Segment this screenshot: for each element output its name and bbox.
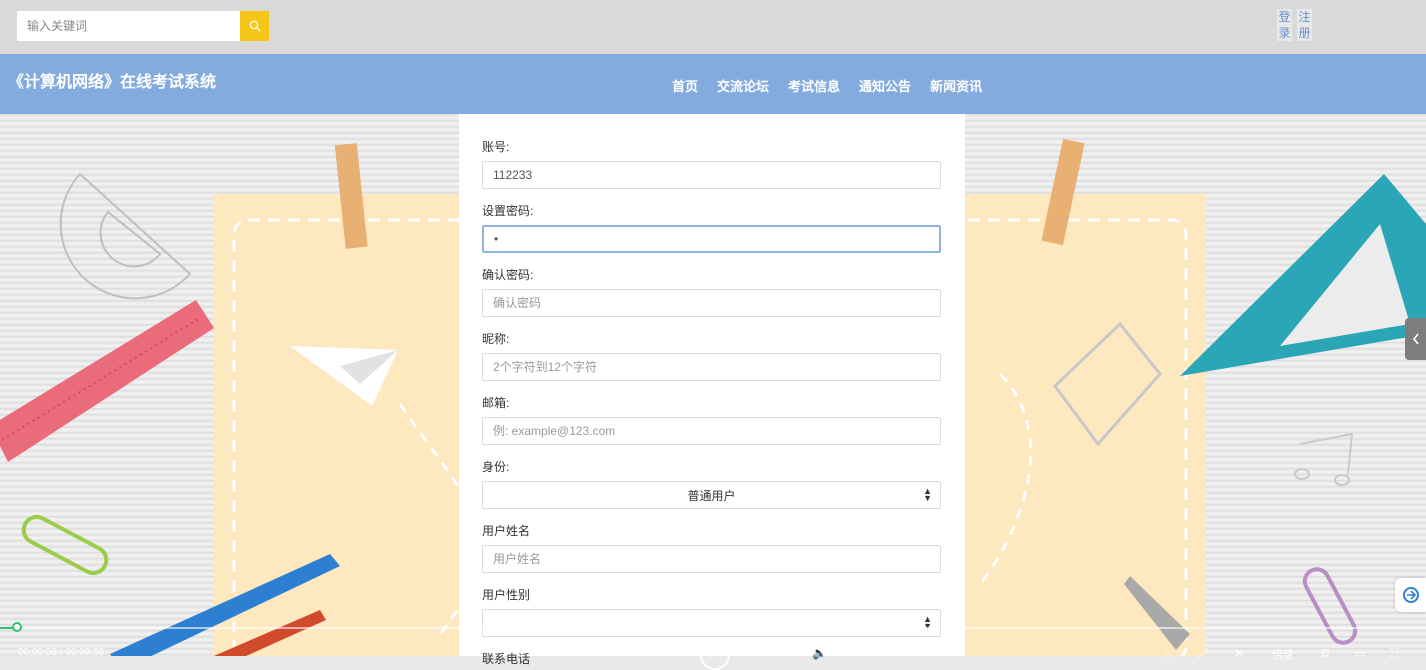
previous-icon[interactable]: ⏮ [652, 646, 663, 661]
stop-icon[interactable]: ■ [604, 646, 611, 660]
login-link[interactable]: 登 录 [1277, 9, 1292, 41]
refresh-icon [1402, 587, 1419, 603]
top-bar: 登 录 注 册 [0, 0, 1426, 54]
nickname-input[interactable] [482, 353, 941, 381]
identity-select[interactable]: 普通用户 ▲ ▼ [482, 481, 941, 509]
clip-icon[interactable]: ⤢ [1198, 646, 1208, 661]
side-collapse-tab[interactable] [1405, 318, 1426, 360]
confirm-password-input[interactable] [482, 289, 941, 317]
site-title: 《计算机网络》在线考试系统 [8, 74, 217, 91]
account-input[interactable] [482, 161, 941, 189]
realname-label: 用户姓名 [482, 524, 531, 538]
select-arrows-icon: ▲ ▼ [923, 486, 932, 503]
next-icon[interactable]: ⏭ [764, 646, 775, 661]
identity-select-value: 普通用户 [687, 488, 736, 503]
account-label: 账号: [482, 140, 510, 154]
nav-item-notices[interactable]: 通知公告 [859, 76, 911, 95]
register-form: 账号: 设置密码: 确认密码: 昵称: 邮箱: 身份: 普通用户 ▲▼ 用户姓名… [459, 114, 965, 666]
identity-label: 身份: [482, 460, 510, 474]
nav-item-news[interactable]: 新闻资讯 [930, 76, 982, 95]
email-input[interactable] [482, 417, 941, 445]
floating-helper-button[interactable] [1395, 578, 1426, 612]
settings-icon[interactable]: ⚙ [1320, 646, 1331, 660]
nav-item-exam-info[interactable]: 考试信息 [788, 76, 840, 95]
gender-label: 用户性别 [482, 588, 531, 602]
close-icon[interactable]: ✕ [1234, 646, 1244, 660]
search-bar [17, 11, 269, 41]
progress-track[interactable] [0, 627, 1426, 629]
nickname-label: 昵称: [482, 332, 510, 346]
confirm-password-label: 确认密码: [482, 268, 534, 282]
video-player-controls: 00:00:08 / 00:09:59 ■ ⏮ ⏭ 🔈 ⌂ ⤢ ✕ 倍速 ⚙ ▭… [0, 620, 1426, 670]
speed-button[interactable]: 倍速 [1272, 646, 1294, 662]
nav-item-home[interactable]: 首页 [672, 76, 698, 95]
fullscreen-icon[interactable]: ⛶ [1390, 646, 1398, 661]
progress-knob[interactable] [12, 622, 22, 632]
nav-item-forum[interactable]: 交流论坛 [717, 76, 769, 95]
playback-time: 00:00:08 / 00:09:59 [18, 647, 105, 658]
password-input[interactable] [482, 225, 941, 253]
password-label: 设置密码: [482, 204, 534, 218]
home-icon[interactable]: ⌂ [1164, 646, 1171, 660]
search-input[interactable] [17, 11, 240, 41]
volume-icon[interactable]: 🔈 [812, 646, 827, 660]
search-icon [249, 20, 260, 32]
search-button[interactable] [240, 11, 269, 41]
play-button[interactable] [700, 640, 730, 670]
chevron-left-icon [1412, 333, 1419, 345]
main-nav: 首页 交流论坛 考试信息 通知公告 新闻资讯 [672, 76, 1001, 95]
register-link[interactable]: 注 册 [1297, 9, 1312, 41]
window-icon[interactable]: ▭ [1354, 646, 1365, 660]
email-label: 邮箱: [482, 396, 510, 410]
nav-bar: 《计算机网络》在线考试系统 首页 交流论坛 考试信息 通知公告 新闻资讯 [0, 54, 1426, 114]
realname-input[interactable] [482, 545, 941, 573]
